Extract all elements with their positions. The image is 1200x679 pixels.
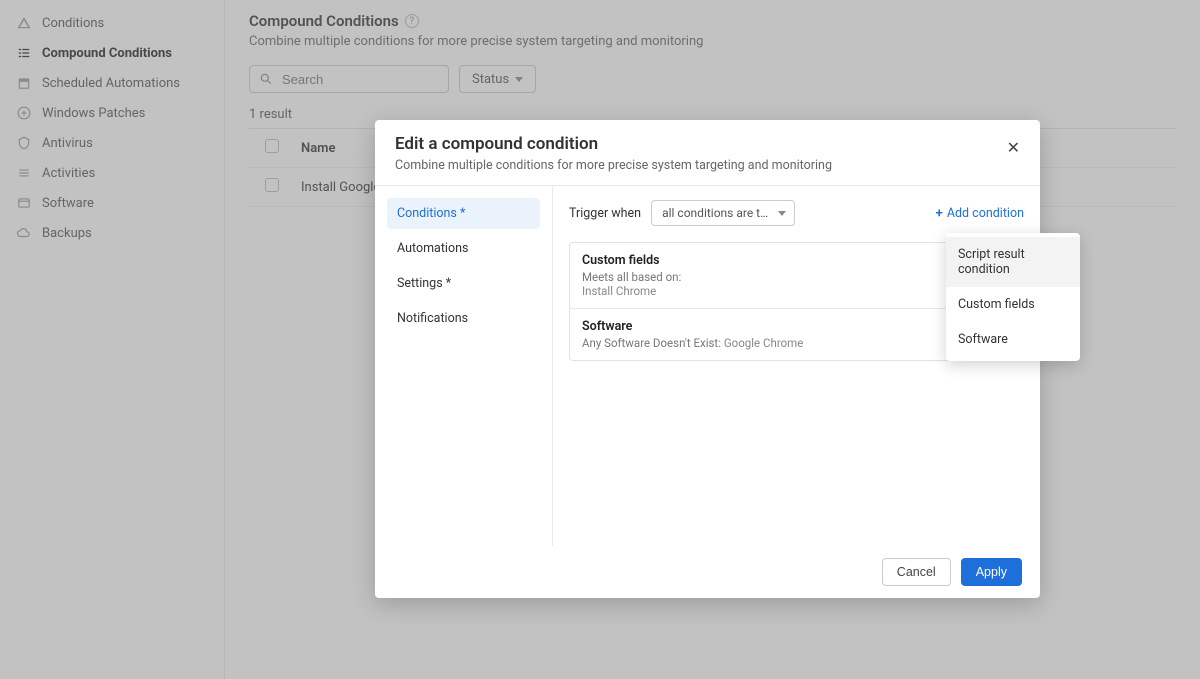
plus-icon: + xyxy=(936,206,943,221)
modal-title: Edit a compound condition xyxy=(395,134,1020,154)
apply-button[interactable]: Apply xyxy=(961,558,1022,586)
dropdown-item-custom-fields[interactable]: Custom fields xyxy=(946,287,1080,322)
cancel-button[interactable]: Cancel xyxy=(882,558,951,586)
edit-condition-modal: Edit a compound condition Combine multip… xyxy=(375,120,1040,598)
modal-tab-conditions[interactable]: Conditions * xyxy=(387,198,540,229)
modal-footer: Cancel Apply xyxy=(375,546,1040,598)
add-condition-link[interactable]: + Add condition xyxy=(936,206,1024,221)
modal-header: Edit a compound condition Combine multip… xyxy=(375,120,1040,186)
add-condition-label: Add condition xyxy=(947,206,1024,221)
modal-subtitle: Combine multiple conditions for more pre… xyxy=(395,158,1020,173)
modal-tab-automations[interactable]: Automations xyxy=(387,233,540,264)
modal-tab-notifications[interactable]: Notifications xyxy=(387,303,540,334)
close-button[interactable]: ✕ xyxy=(1003,134,1024,162)
trigger-value: all conditions are t… xyxy=(662,206,768,220)
close-icon: ✕ xyxy=(1007,140,1020,157)
chevron-down-icon xyxy=(778,211,786,216)
dropdown-item-script-result[interactable]: Script result condition xyxy=(946,237,1080,287)
modal-nav: Conditions * Automations Settings * Noti… xyxy=(375,186,553,546)
add-condition-dropdown: Script result condition Custom fields So… xyxy=(946,233,1080,361)
modal-tab-settings[interactable]: Settings * xyxy=(387,268,540,299)
trigger-dropdown[interactable]: all conditions are t… xyxy=(651,200,795,226)
trigger-label: Trigger when xyxy=(569,206,641,221)
dropdown-item-software[interactable]: Software xyxy=(946,322,1080,357)
